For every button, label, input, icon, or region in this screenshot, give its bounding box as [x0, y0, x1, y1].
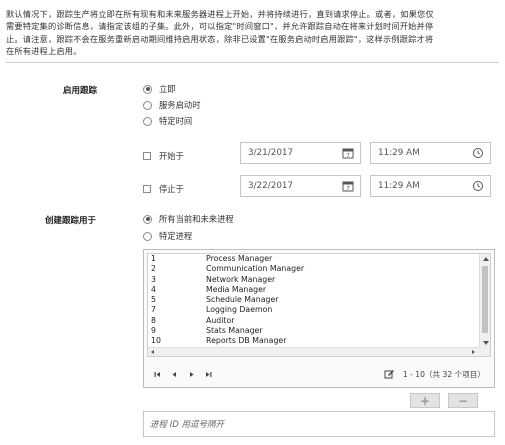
- radio-specific-processes[interactable]: 特定进程: [143, 230, 192, 242]
- process-name-cell: Media Manager: [206, 284, 267, 294]
- stop-time-field[interactable]: 11:29 AM: [370, 175, 491, 197]
- process-list-panel: 1 Process Manager 2 Communication Manager 3 N…: [143, 249, 495, 388]
- process-name-cell: Network Manager: [206, 274, 276, 284]
- add-process-button[interactable]: +: [410, 393, 440, 408]
- radio-on-service-start-control[interactable]: [143, 100, 152, 110]
- radio-all-processes-control[interactable]: [143, 214, 152, 224]
- radio-all-processes[interactable]: 所有当前和未来进程: [143, 213, 234, 225]
- calendar-icon[interactable]: 7: [342, 147, 354, 159]
- scroll-left-icon[interactable]: [151, 350, 154, 354]
- next-page-icon[interactable]: [185, 368, 198, 381]
- process-id-cell: 7: [151, 305, 156, 315]
- start-date-field[interactable]: 3/21/2017 7: [240, 142, 361, 164]
- radio-specific-time[interactable]: 特定时间: [143, 115, 192, 127]
- description-line-4: 在所有进程上启用。: [6, 45, 82, 56]
- list-item[interactable]: 8 Auditor: [148, 316, 479, 326]
- edit-icon[interactable]: [384, 369, 395, 380]
- process-name-cell: Stats Manager: [206, 326, 263, 336]
- vertical-scrollbar[interactable]: [479, 254, 490, 348]
- section-divider: [6, 62, 499, 63]
- svg-text:7: 7: [346, 186, 350, 192]
- first-page-icon[interactable]: [151, 368, 164, 381]
- radio-on-service-start-label: 服务启动时: [159, 100, 201, 110]
- clock-icon[interactable]: [472, 147, 484, 159]
- process-name-cell: Communication Manager: [206, 264, 305, 274]
- scroll-thumb[interactable]: [482, 266, 488, 333]
- clock-icon[interactable]: [472, 180, 484, 192]
- process-id-cell: 9: [151, 326, 156, 336]
- prev-page-icon[interactable]: [168, 368, 181, 381]
- radio-immediately[interactable]: 立即: [143, 83, 176, 95]
- process-id-cell: 5: [151, 295, 156, 305]
- start-at-label: 开始于: [159, 151, 184, 161]
- list-item[interactable]: 4 Media Manager: [148, 285, 479, 295]
- start-at-checkbox[interactable]: [143, 152, 151, 160]
- pager: 1 - 10（共 32 个项目）: [147, 364, 491, 384]
- start-time-field[interactable]: 11:29 AM: [370, 142, 491, 164]
- stop-at-checkbox[interactable]: [143, 185, 151, 193]
- radio-immediately-control[interactable]: [143, 84, 152, 94]
- process-id-cell: 3: [151, 274, 156, 284]
- radio-specific-processes-label: 特定进程: [159, 231, 193, 241]
- list-item[interactable]: 7 Logging Daemon: [148, 305, 479, 315]
- list-item[interactable]: 5 Schedule Manager: [148, 295, 479, 305]
- horizontal-scrollbar[interactable]: [148, 347, 479, 356]
- stop-at-checkbox-row[interactable]: 停止于: [143, 183, 184, 195]
- start-at-checkbox-row[interactable]: 开始于: [143, 150, 184, 162]
- scroll-right-icon[interactable]: [472, 350, 475, 354]
- description-line-1: 默认情况下，跟踪生产将立即在所有现有和未来服务器进程上开始，并将持续进行，直到请…: [6, 9, 434, 19]
- stop-date-value: 3/22/2017: [248, 181, 294, 191]
- process-id-cell: 8: [151, 315, 156, 325]
- stop-date-field[interactable]: 3/22/2017 7: [240, 175, 361, 197]
- radio-specific-time-label: 特定时间: [159, 116, 193, 126]
- process-id-cell: 10: [151, 336, 161, 346]
- process-id-input[interactable]: 进程 ID 用逗号隔开: [143, 411, 495, 437]
- start-date-value: 3/21/2017: [248, 148, 294, 158]
- description-line-2: 需要特定集的诊断信息，请指定该组的子集。此外，可以指定"时间窗口"，并允许跟踪自…: [6, 21, 434, 32]
- process-name-cell: Schedule Manager: [206, 295, 279, 305]
- radio-all-processes-label: 所有当前和未来进程: [159, 214, 234, 224]
- list-item[interactable]: 3 Network Manager: [148, 275, 479, 285]
- pager-info: 1 - 10（共 32 个项目）: [402, 369, 485, 379]
- process-list-rows: 1 Process Manager 2 Communication Manager 3 N…: [148, 254, 479, 348]
- radio-immediately-label: 立即: [159, 84, 176, 94]
- radio-specific-time-control[interactable]: [143, 116, 152, 126]
- list-item[interactable]: 2 Communication Manager: [148, 264, 479, 274]
- stop-time-value: 11:29 AM: [378, 181, 420, 191]
- list-item[interactable]: 1 Process Manager: [148, 254, 479, 264]
- create-trace-for-label: 创建跟踪用于: [45, 216, 97, 226]
- enable-trace-label: 启用跟踪: [63, 86, 98, 96]
- last-page-icon[interactable]: [202, 368, 215, 381]
- process-name-cell: Auditor: [206, 315, 235, 325]
- scroll-up-icon[interactable]: [483, 257, 489, 261]
- description-line-3: 止。请注意，跟踪不会在服务重新启动期间维持启用状态，除非已设置"在服务启动时启用…: [6, 33, 434, 44]
- svg-text:7: 7: [346, 153, 350, 159]
- radio-specific-processes-control[interactable]: [143, 231, 152, 241]
- process-id-cell: 4: [151, 284, 156, 294]
- process-id-cell: 1: [151, 254, 156, 263]
- scroll-down-icon[interactable]: [483, 341, 489, 345]
- process-name-cell: Logging Daemon: [206, 305, 273, 315]
- process-list[interactable]: 1 Process Manager 2 Communication Manager 3 N…: [147, 253, 491, 357]
- process-name-cell: Process Manager: [206, 254, 273, 263]
- process-id-cell: 2: [151, 264, 156, 274]
- process-name-cell: Reports DB Manager: [206, 336, 287, 346]
- description-text: 默认情况下，跟踪生产将立即在所有现有和未来服务器进程上开始，并将持续进行，直到请…: [6, 8, 499, 57]
- stop-at-label: 停止于: [159, 184, 184, 194]
- list-item[interactable]: 9 Stats Manager: [148, 326, 479, 336]
- scrollbar-corner: [479, 347, 490, 356]
- radio-on-service-start[interactable]: 服务启动时: [143, 99, 201, 111]
- remove-process-button[interactable]: −: [448, 393, 478, 408]
- calendar-icon[interactable]: 7: [342, 180, 354, 192]
- start-time-value: 11:29 AM: [378, 148, 420, 158]
- list-item[interactable]: 10 Reports DB Manager: [148, 336, 479, 346]
- process-id-placeholder: 进程 ID 用逗号隔开: [150, 420, 224, 430]
